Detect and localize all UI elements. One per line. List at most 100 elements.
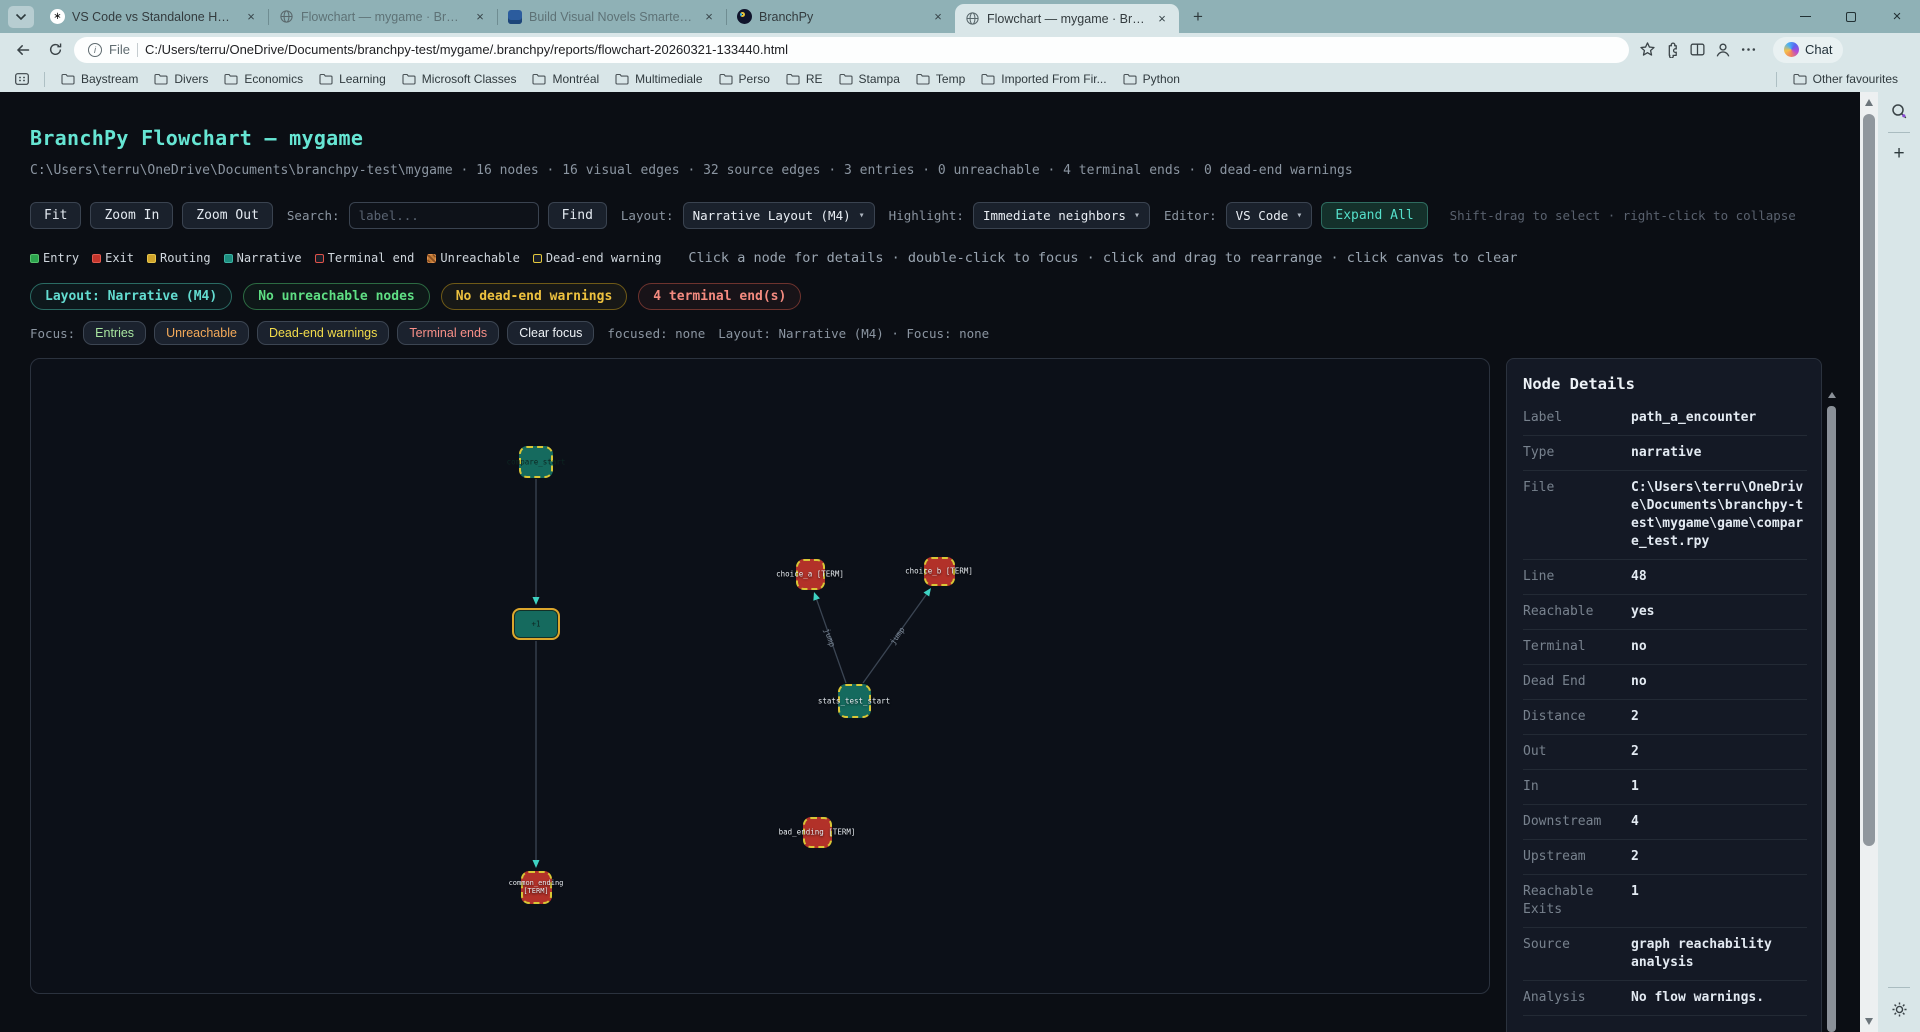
site-info-icon[interactable]: i xyxy=(88,42,102,57)
flow-node[interactable]: choice_a [TERM] xyxy=(776,558,844,590)
favorite-star-icon[interactable] xyxy=(1639,41,1656,58)
find-button[interactable]: Find xyxy=(547,202,607,229)
flow-node[interactable]: bad_ending [TERM] xyxy=(779,816,855,848)
sidebar-search-button[interactable] xyxy=(1884,96,1914,126)
detail-row: Upstream 2 xyxy=(1523,840,1807,875)
zoom-in-button[interactable]: Zoom In xyxy=(90,202,174,229)
status-pill: Layout: Narrative (M4) xyxy=(30,283,233,310)
detail-row: Reachable yes xyxy=(1523,595,1807,630)
split-screen-icon[interactable] xyxy=(1689,41,1706,58)
url-field[interactable]: i File C:/Users/terru/OneDrive/Documents… xyxy=(74,36,1629,63)
focus-button-unreachable[interactable]: Unreachable xyxy=(154,321,249,345)
flow-node[interactable]: stats_test_start xyxy=(818,684,890,718)
detail-label: Line xyxy=(1523,569,1555,584)
focus-button-dead-end-warnings[interactable]: Dead-end warnings xyxy=(256,321,390,345)
bookmark-folder[interactable]: Learning xyxy=(311,70,394,88)
maximize-button[interactable] xyxy=(1828,0,1874,33)
legend-label: Entry xyxy=(43,251,80,265)
tab-close-button[interactable]: × xyxy=(929,8,947,26)
scroll-down-arrow[interactable] xyxy=(1864,1018,1873,1025)
panel-scroll-up-arrow[interactable] xyxy=(1827,392,1836,398)
editor-select[interactable]: VS Code ▾ xyxy=(1225,202,1313,229)
panel-title: Node Details xyxy=(1523,375,1635,393)
address-bar: i File C:/Users/terru/OneDrive/Documents… xyxy=(0,33,1920,66)
bookmark-folder[interactable]: Divers xyxy=(146,70,216,88)
detail-label: Distance xyxy=(1523,709,1586,724)
flow-node[interactable]: +1 xyxy=(512,608,560,640)
bookmark-folder[interactable]: Temp xyxy=(908,70,973,88)
close-icon: × xyxy=(1892,8,1902,25)
menu-dots-icon[interactable] xyxy=(1740,41,1757,58)
tab-1[interactable]: ∗ VS Code vs Standalone HTML × xyxy=(40,0,268,33)
panel-scrollbar-thumb[interactable] xyxy=(1827,406,1836,1032)
toolbar: Fit Zoom In Zoom Out Search: Find Layout… xyxy=(30,202,1860,229)
tab-4[interactable]: BranchPy × xyxy=(727,0,955,33)
folder-icon xyxy=(319,73,333,85)
zoom-out-button[interactable]: Zoom Out xyxy=(182,202,273,229)
highlight-select[interactable]: Immediate neighbors ▾ xyxy=(972,202,1150,229)
bookmark-label: Baystream xyxy=(81,72,139,86)
tab-2[interactable]: Flowchart — mygame · BranchPy × xyxy=(269,0,497,33)
bookmark-label: Stampa xyxy=(858,72,900,86)
bookmark-label: Learning xyxy=(339,72,386,86)
expand-all-button[interactable]: Expand All xyxy=(1321,202,1428,229)
profile-avatar-icon[interactable] xyxy=(1714,41,1732,59)
scroll-up-arrow[interactable] xyxy=(1865,99,1873,106)
bookmark-folder[interactable]: Stampa xyxy=(831,70,908,88)
bookmark-folder[interactable]: Perso xyxy=(711,70,778,88)
bookmark-folder[interactable]: Baystream xyxy=(53,70,146,88)
close-button[interactable]: × xyxy=(1874,0,1920,33)
tab-close-button[interactable]: × xyxy=(471,8,489,26)
chevron-down-icon: ▾ xyxy=(1133,210,1140,221)
focus-button-clear-focus[interactable]: Clear focus xyxy=(507,321,595,345)
fit-button[interactable]: Fit xyxy=(30,202,82,229)
tab-3[interactable]: Build Visual Novels Smarter — Bra × xyxy=(498,0,726,33)
minimize-icon xyxy=(1799,15,1811,18)
new-tab-button[interactable]: + xyxy=(1185,5,1211,29)
tab-5[interactable]: Flowchart — mygame · BranchPy × xyxy=(955,4,1179,33)
focus-row: Focus: Entries Unreachable Dead-end warnin… xyxy=(30,321,1860,345)
other-favourites-folder[interactable]: Other favourites xyxy=(1785,70,1906,88)
tab-close-button[interactable]: × xyxy=(242,8,260,26)
apps-launcher-icon[interactable] xyxy=(10,69,34,89)
flowchart-canvas[interactable]: jump jump compare_start +1 choice_a [TERM] c… xyxy=(30,358,1490,994)
flow-node[interactable]: compare_start xyxy=(507,446,565,478)
flow-node[interactable]: choice_b [TERM] xyxy=(905,556,973,586)
flow-node[interactable]: common_ending [TERM] xyxy=(509,870,563,904)
editor-select-value: VS Code xyxy=(1235,208,1289,223)
tab-strip: ∗ VS Code vs Standalone HTML × Flowchart — … xyxy=(0,0,1920,33)
bookmark-folder[interactable]: Python xyxy=(1115,70,1188,88)
copilot-chat-button[interactable]: Chat xyxy=(1773,36,1844,63)
folder-icon xyxy=(718,73,733,85)
focus-button-terminal-ends[interactable]: Terminal ends xyxy=(397,321,500,345)
bookmark-folder[interactable]: RE xyxy=(778,70,831,88)
legend-item-unreachable: Unreachable xyxy=(427,251,520,265)
folder-icon xyxy=(786,73,800,85)
status-pill: No dead-end warnings xyxy=(440,283,628,310)
bookmark-folder[interactable]: Economics xyxy=(216,70,311,88)
detail-row: File C:\Users\terru\OneDrive\Documents\br… xyxy=(1523,471,1807,560)
tab-close-button[interactable]: × xyxy=(1153,10,1171,28)
layout-select[interactable]: Narrative Layout (M4) ▾ xyxy=(682,202,875,229)
back-button[interactable] xyxy=(10,37,36,63)
minimize-button[interactable] xyxy=(1782,0,1828,33)
refresh-button[interactable] xyxy=(42,37,68,63)
bookmark-folder[interactable]: Microsoft Classes xyxy=(394,70,525,88)
sidebar-settings-button[interactable] xyxy=(1884,994,1914,1024)
tab-close-button[interactable]: × xyxy=(700,8,718,26)
sidebar-add-button[interactable]: + xyxy=(1884,139,1914,169)
chevron-down-icon xyxy=(15,13,27,21)
layout-label: Layout: xyxy=(620,208,674,223)
bookmark-folder[interactable]: Montréal xyxy=(524,70,607,88)
detail-label: Reachable Exits xyxy=(1523,884,1594,917)
tab-search-button[interactable] xyxy=(8,6,34,28)
extensions-icon[interactable] xyxy=(1664,41,1681,58)
search-input[interactable] xyxy=(348,202,539,229)
bookmark-folder[interactable]: Multimediale xyxy=(607,70,710,88)
panel-scrollbar[interactable] xyxy=(1827,392,1836,1032)
browser-scrollbar-thumb[interactable] xyxy=(1863,114,1875,846)
bookmark-folder[interactable]: Imported From Fir... xyxy=(973,70,1114,88)
focus-button-entries[interactable]: Entries xyxy=(83,321,147,345)
browser-scrollbar[interactable] xyxy=(1860,92,1878,1032)
bookmarks-list: Baystream Divers Economics Learning Microsof… xyxy=(53,70,1188,88)
